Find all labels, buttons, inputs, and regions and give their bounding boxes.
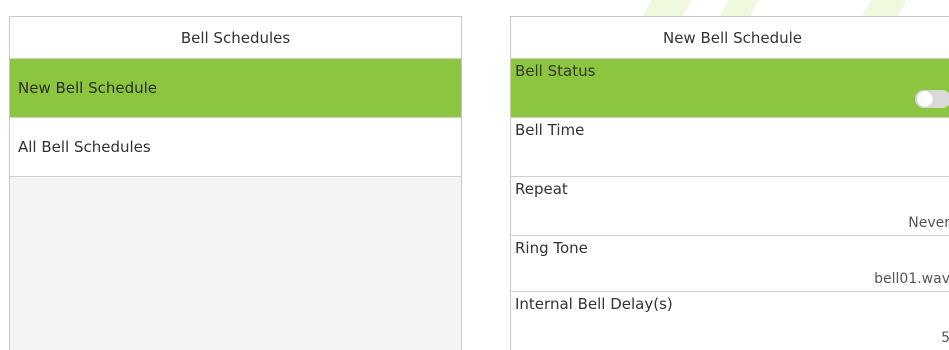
ring-tone-row[interactable]: Ring Tone bell01.wav — [511, 236, 949, 292]
new-bell-schedule-panel: New Bell Schedule Bell Status Bell Time … — [510, 16, 949, 350]
repeat-label: Repeat — [515, 180, 568, 198]
menu-item-all-bell-schedules[interactable]: All Bell Schedules — [10, 118, 461, 177]
bell-status-toggle[interactable] — [915, 90, 949, 108]
bell-status-label: Bell Status — [515, 62, 596, 80]
internal-bell-delay-label: Internal Bell Delay(s) — [515, 295, 673, 313]
toggle-knob — [917, 91, 933, 107]
bell-time-row[interactable]: Bell Time — [511, 118, 949, 177]
menu-item-new-bell-schedule[interactable]: New Bell Schedule — [10, 59, 461, 118]
bell-schedules-panel: Bell Schedules New Bell Schedule All Bel… — [9, 16, 462, 350]
page: Bell Schedules New Bell Schedule All Bel… — [0, 0, 949, 350]
ring-tone-value: bell01.wav — [874, 271, 949, 287]
internal-bell-delay-value: 5 — [941, 330, 949, 346]
ring-tone-label: Ring Tone — [515, 239, 588, 257]
new-bell-schedule-title: New Bell Schedule — [511, 17, 949, 59]
internal-bell-delay-row[interactable]: Internal Bell Delay(s) 5 — [511, 292, 949, 350]
repeat-row[interactable]: Repeat Never — [511, 177, 949, 236]
bell-status-row[interactable]: Bell Status — [511, 59, 949, 118]
repeat-value: Never — [908, 215, 949, 231]
bell-time-label: Bell Time — [515, 121, 585, 139]
bell-schedules-title: Bell Schedules — [10, 17, 461, 59]
